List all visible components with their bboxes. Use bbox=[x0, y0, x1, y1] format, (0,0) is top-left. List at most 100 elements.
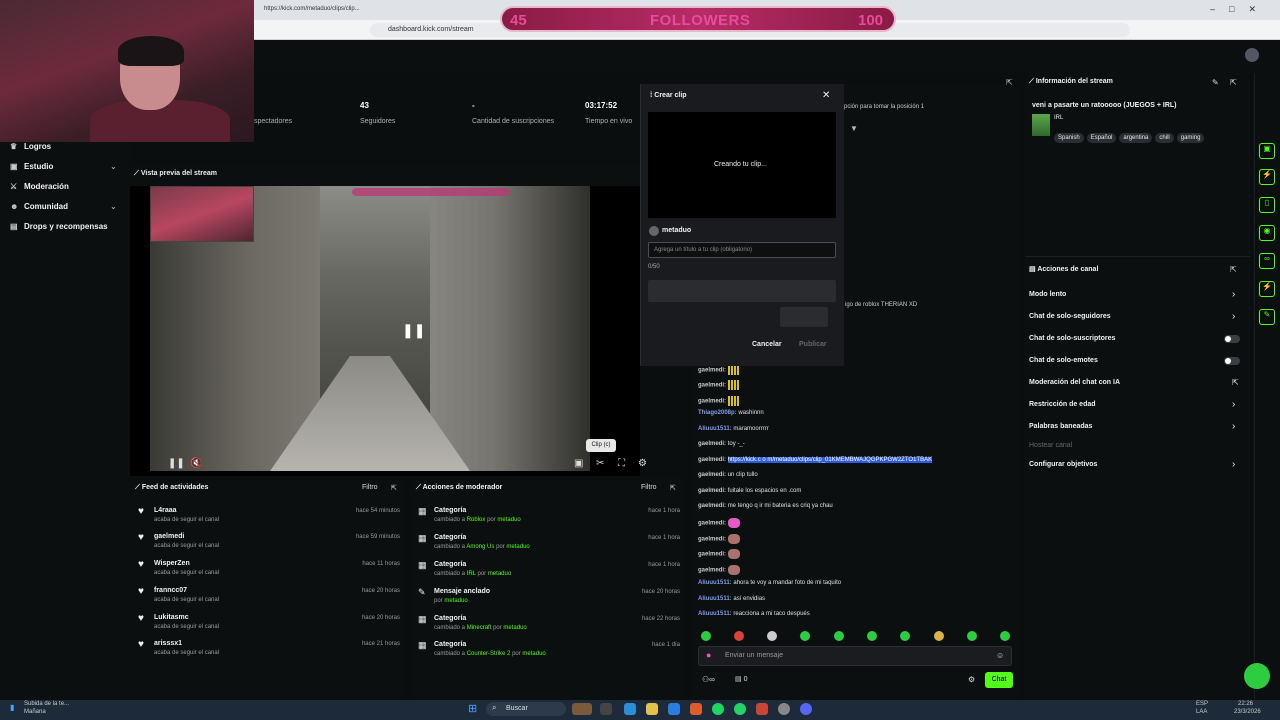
action-host-channel[interactable]: Hostear canal bbox=[1029, 442, 1072, 449]
clock-time[interactable]: 22:26 bbox=[1238, 701, 1253, 707]
badge-icon[interactable]: ● bbox=[706, 650, 711, 660]
action-banned-words[interactable]: Palabras baneadas bbox=[1029, 423, 1092, 430]
bolt-icon[interactable]: ⚡ bbox=[1259, 281, 1275, 297]
weather-line1[interactable]: Subida de la te... bbox=[24, 701, 69, 707]
activity-user[interactable]: WisperZen bbox=[154, 560, 190, 567]
activity-user[interactable]: L4raaa bbox=[154, 507, 177, 514]
mute-icon[interactable]: 🔇 bbox=[190, 458, 202, 469]
subs-only-toggle[interactable] bbox=[1224, 335, 1240, 343]
flash-icon[interactable]: ⚡ bbox=[1259, 169, 1275, 185]
emote[interactable] bbox=[1000, 631, 1010, 641]
emote[interactable] bbox=[967, 631, 977, 641]
settings-icon[interactable] bbox=[778, 703, 790, 715]
language-line1[interactable]: ESP bbox=[1196, 701, 1208, 707]
fullscreen-icon[interactable]: ⛶ bbox=[618, 458, 625, 469]
pin-icon[interactable]: ⟋ bbox=[135, 484, 142, 491]
chevron-right-icon[interactable]: › bbox=[1232, 421, 1235, 432]
close-icon[interactable]: ✕ bbox=[822, 90, 830, 101]
nav-item-moderacion[interactable]: ⚔ Moderación bbox=[10, 182, 69, 191]
action-slow-mode[interactable]: Modo lento bbox=[1029, 291, 1066, 298]
activity-user[interactable]: Lukitasmc bbox=[154, 614, 189, 621]
chat-link[interactable]: https://kick.c o m/metaduo/clips/clip_01… bbox=[727, 457, 933, 463]
emoji-icon[interactable]: ☺ bbox=[996, 651, 1004, 660]
edit-icon[interactable]: ✎ bbox=[1212, 78, 1219, 87]
nav-item-comunidad[interactable]: ☻ Comunidad bbox=[10, 202, 68, 211]
modactions-filter-button[interactable]: Filtro bbox=[641, 484, 657, 491]
taskbar-search[interactable]: Buscar bbox=[486, 702, 566, 716]
chat-input[interactable]: Enviar un mensaje bbox=[698, 646, 1012, 666]
nav-item-estudio[interactable]: ▣ Estudio bbox=[10, 162, 53, 171]
action-age-restriction[interactable]: Restricción de edad bbox=[1029, 401, 1096, 408]
discord-icon[interactable] bbox=[800, 703, 812, 715]
chat-settings-icon[interactable]: ⚙ bbox=[968, 675, 975, 684]
action-ai-moderation[interactable]: Moderación del chat con IA bbox=[1029, 379, 1120, 386]
emote[interactable] bbox=[800, 631, 810, 641]
browser-tab[interactable]: https://kick.com/metaduo/clips/clip... bbox=[264, 6, 360, 12]
taskbar-app-icon[interactable] bbox=[668, 703, 680, 715]
pin-icon[interactable]: ⟋ bbox=[416, 484, 423, 491]
whatsapp-icon[interactable] bbox=[734, 703, 746, 715]
chevron-right-icon[interactable]: › bbox=[1232, 459, 1235, 470]
settings-icon[interactable]: ⚙ bbox=[638, 458, 647, 469]
popout-icon[interactable]: ⇱ bbox=[1006, 78, 1013, 87]
emote[interactable] bbox=[900, 631, 910, 641]
emote[interactable] bbox=[734, 631, 744, 641]
cancel-button[interactable]: Cancelar bbox=[752, 341, 782, 348]
chevron-right-icon[interactable]: › bbox=[1232, 311, 1235, 322]
clip-button[interactable]: ✂ bbox=[596, 458, 604, 469]
link-icon[interactable]: ∞ bbox=[1259, 253, 1275, 269]
link-icon[interactable]: ⚇∞ bbox=[702, 675, 715, 684]
emote[interactable] bbox=[934, 631, 944, 641]
spotify-icon[interactable] bbox=[712, 703, 724, 715]
taskbar-app-icon[interactable] bbox=[600, 703, 612, 715]
clip-trim-bar[interactable] bbox=[648, 280, 836, 302]
pin-icon[interactable]: ⟋ bbox=[134, 170, 141, 177]
popout-icon[interactable]: ⇱ bbox=[1230, 78, 1237, 87]
tool-icon[interactable]: ▣ bbox=[1259, 143, 1275, 159]
points-counter[interactable]: ▤ 0 bbox=[735, 675, 747, 683]
emote[interactable] bbox=[767, 631, 777, 641]
emote[interactable] bbox=[867, 631, 877, 641]
external-link-icon[interactable]: ⇱ bbox=[1232, 378, 1239, 387]
emotes-only-toggle[interactable] bbox=[1224, 357, 1240, 365]
window-controls[interactable]: –□✕ bbox=[1210, 4, 1270, 15]
action-emotes-only[interactable]: Chat de solo-emotes bbox=[1029, 357, 1098, 364]
clip-title-input[interactable]: Agrega un título a tu clip (obligatorio) bbox=[648, 242, 836, 258]
brave-icon[interactable] bbox=[690, 703, 702, 715]
action-subs-only[interactable]: Chat de solo-suscriptores bbox=[1029, 335, 1115, 342]
nav-item-drops[interactable]: ▤ Drops y recompensas bbox=[10, 222, 108, 231]
pinned-icon[interactable]: ▼ bbox=[850, 124, 858, 133]
pause-button[interactable]: ❚❚ bbox=[168, 458, 185, 469]
action-configure-goals[interactable]: Configurar objetivos bbox=[1029, 461, 1097, 468]
wrench-icon[interactable]: ✎ bbox=[1259, 309, 1275, 325]
chat-send-button[interactable]: Chat bbox=[985, 672, 1013, 688]
popout-icon[interactable]: ⇱ bbox=[391, 484, 397, 492]
action-followers-only[interactable]: Chat de solo-seguidores bbox=[1029, 313, 1111, 320]
taskbar-app-icon[interactable] bbox=[756, 703, 768, 715]
phone-icon[interactable]: ▯ bbox=[1259, 197, 1275, 213]
activity-user[interactable]: franncc07 bbox=[154, 587, 187, 594]
chevron-right-icon[interactable]: › bbox=[1232, 399, 1235, 410]
emote[interactable] bbox=[701, 631, 711, 641]
activity-user[interactable]: gaelmedi bbox=[154, 533, 184, 540]
chevron-right-icon[interactable]: › bbox=[1232, 289, 1235, 300]
taskbar-app-icon[interactable] bbox=[624, 703, 636, 715]
support-chat-button[interactable] bbox=[1244, 663, 1270, 689]
chat-message: Aliuuu1511: así envidias bbox=[698, 596, 766, 602]
avatar[interactable] bbox=[1245, 48, 1259, 62]
popout-icon[interactable]: ⇱ bbox=[670, 484, 676, 492]
folder-icon[interactable] bbox=[646, 703, 658, 715]
publish-button[interactable]: Publicar bbox=[799, 341, 827, 348]
pin-icon[interactable]: ⟋ bbox=[1029, 78, 1036, 85]
activity-user[interactable]: arisssx1 bbox=[154, 640, 182, 647]
nav-item-logros[interactable]: ♛ Logros bbox=[10, 142, 51, 151]
windows-start-icon[interactable]: ⊞ bbox=[468, 702, 477, 715]
clip-option-button[interactable] bbox=[780, 307, 828, 327]
chat-bubble-icon[interactable]: ◉ bbox=[1259, 225, 1275, 241]
activity-filter-button[interactable]: Filtro bbox=[362, 484, 378, 491]
emote[interactable] bbox=[834, 631, 844, 641]
popout-icon[interactable]: ⇱ bbox=[1230, 265, 1237, 274]
pause-icon[interactable]: ❚❚ bbox=[402, 322, 425, 339]
theater-icon[interactable]: ▣ bbox=[574, 458, 583, 469]
taskbar-app-icon[interactable] bbox=[572, 703, 592, 715]
